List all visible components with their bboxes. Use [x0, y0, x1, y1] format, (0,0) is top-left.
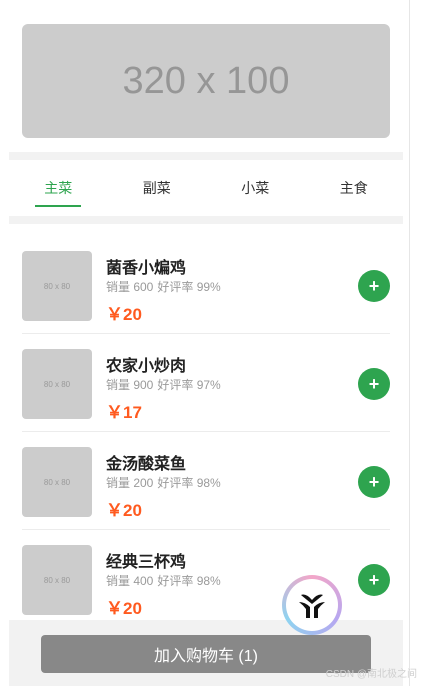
dish-name: 金汤酸菜鱼	[106, 456, 187, 473]
tab-label: 小菜	[241, 180, 270, 196]
divider	[9, 216, 403, 224]
thumbnail-text: 80 x 80	[43, 575, 71, 585]
add-to-cart-button[interactable]: +	[358, 564, 390, 596]
watermark-text: CSDN @南北极之间	[325, 669, 417, 680]
tab-side-dish[interactable]: 副菜	[108, 160, 207, 216]
rating: 好评率 97%	[157, 378, 221, 392]
divider	[9, 152, 403, 160]
active-tab-indicator	[35, 205, 82, 207]
banner-placeholder-image[interactable]: 320 x 100	[22, 24, 390, 138]
dish-price: ￥20	[106, 599, 142, 618]
sales-count: 销量 900	[106, 378, 154, 392]
dish-price: ￥20	[106, 305, 142, 324]
rating: 好评率 98%	[157, 476, 221, 490]
sales-count: 销量 200	[106, 476, 154, 490]
rating: 好评率 98%	[157, 574, 221, 588]
dish-list: 80 x 80 菌香小煸鸡 销量 600 好评率 99% ￥20 + 80 x 8…	[9, 236, 403, 627]
dish-thumbnail: 80 x 80	[22, 545, 92, 615]
list-item[interactable]: 80 x 80 金汤酸菜鱼 销量 200 好评率 98% ￥20 +	[22, 432, 390, 530]
add-to-cart-button[interactable]: +	[358, 466, 390, 498]
cart-button-label: 加入购物车 (1)	[153, 648, 258, 665]
plus-icon: +	[368, 472, 380, 492]
banner-text: 320 x 100	[122, 59, 290, 102]
tab-small-dish[interactable]: 小菜	[206, 160, 305, 216]
list-item[interactable]: 80 x 80 菌香小煸鸡 销量 600 好评率 99% ￥20 +	[22, 236, 390, 334]
plus-icon: +	[368, 276, 380, 296]
add-to-cart-submit-button[interactable]: 加入购物车 (1)	[41, 635, 371, 673]
rating: 好评率 99%	[157, 280, 221, 294]
plus-icon: +	[368, 374, 380, 394]
list-item[interactable]: 80 x 80 农家小炒肉 销量 900 好评率 97% ￥17 +	[22, 334, 390, 432]
dish-stats: 销量 600 好评率 99%	[106, 278, 225, 295]
thumbnail-text: 80 x 80	[43, 281, 71, 291]
add-to-cart-button[interactable]: +	[358, 368, 390, 400]
dish-price: ￥17	[106, 403, 142, 422]
dish-thumbnail: 80 x 80	[22, 251, 92, 321]
floating-assistant-button[interactable]	[282, 575, 342, 635]
y-logo-icon	[286, 579, 338, 631]
tab-main-dish[interactable]: 主菜	[9, 160, 108, 216]
tab-label: 主菜	[44, 180, 73, 196]
thumbnail-text: 80 x 80	[43, 477, 71, 487]
tab-label: 副菜	[142, 180, 171, 196]
dish-stats: 销量 400 好评率 98%	[106, 572, 225, 589]
dish-thumbnail: 80 x 80	[22, 447, 92, 517]
tab-staple[interactable]: 主食	[305, 160, 404, 216]
sales-count: 销量 400	[106, 574, 154, 588]
thumbnail-text: 80 x 80	[43, 379, 71, 389]
dish-stats: 销量 200 好评率 98%	[106, 474, 225, 491]
tab-label: 主食	[339, 180, 368, 196]
sales-count: 销量 600	[106, 280, 154, 294]
plus-icon: +	[368, 570, 380, 590]
add-to-cart-button[interactable]: +	[358, 270, 390, 302]
category-tabs: 主菜 副菜 小菜 主食	[9, 160, 403, 216]
dish-stats: 销量 900 好评率 97%	[106, 376, 225, 393]
dish-price: ￥20	[106, 501, 142, 520]
scrollbar-edge	[409, 0, 410, 686]
dish-name: 农家小炒肉	[106, 358, 187, 375]
page: 320 x 100 主菜 副菜 小菜 主食 80 x 80 菌香小煸鸡 销量 6…	[0, 0, 409, 686]
dish-name: 菌香小煸鸡	[106, 260, 187, 277]
dish-thumbnail: 80 x 80	[22, 349, 92, 419]
dish-name: 经典三杯鸡	[106, 554, 187, 571]
